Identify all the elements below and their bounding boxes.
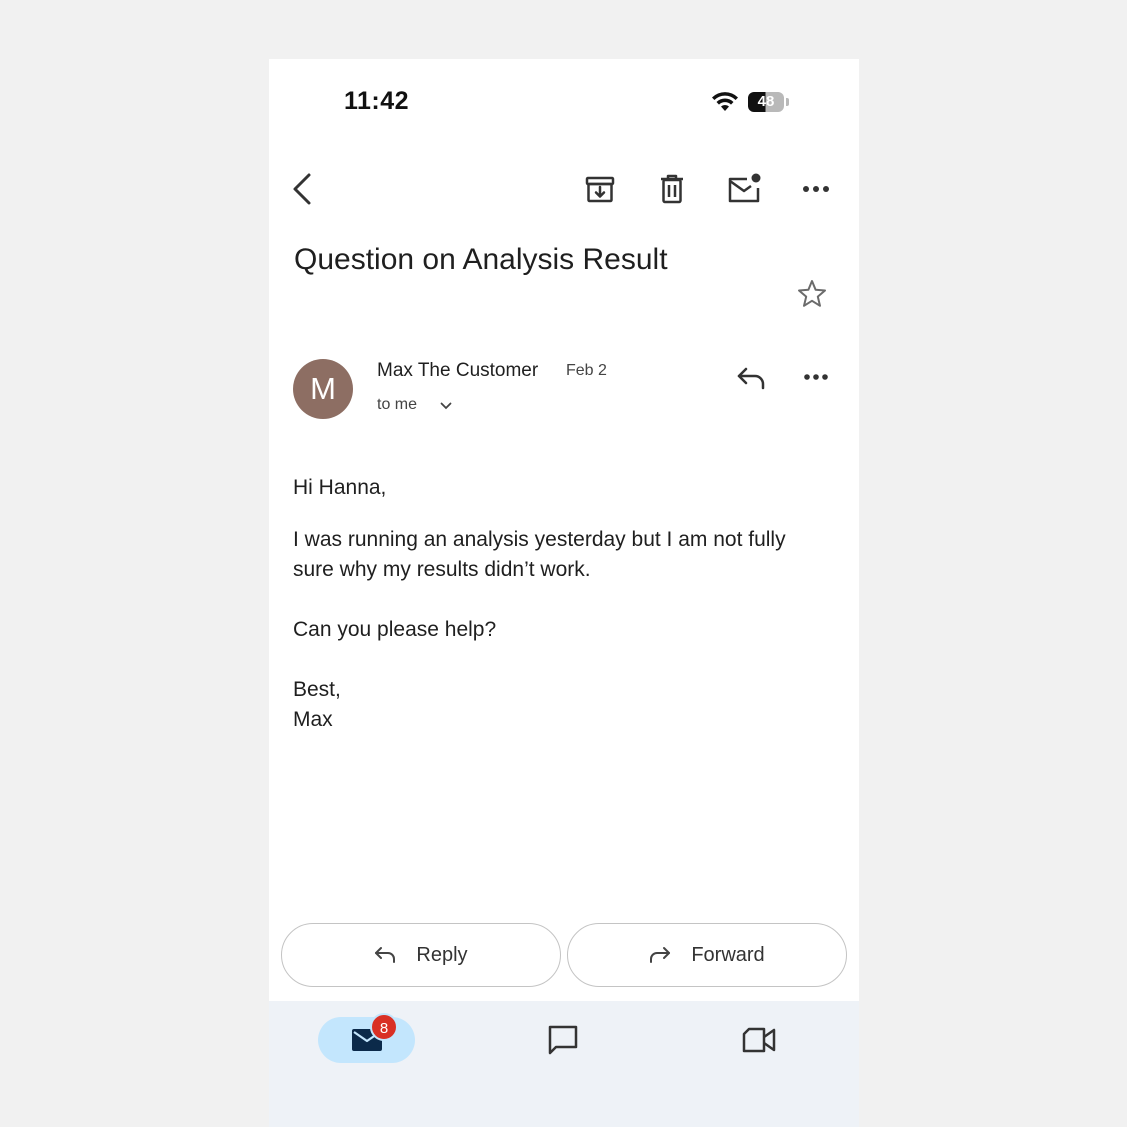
nav-mail-tab[interactable] [318, 1017, 415, 1063]
reply-icon [375, 947, 396, 963]
delete-button[interactable] [657, 173, 687, 205]
star-icon [798, 280, 826, 307]
video-camera-icon [742, 1027, 776, 1053]
reply-button[interactable]: Reply [281, 923, 561, 987]
chevron-down-icon [440, 402, 452, 410]
mail-unread-icon [728, 173, 761, 203]
body-greeting: Hi Hanna, [293, 476, 387, 499]
sender-name: Max The Customer [377, 360, 539, 381]
archive-button[interactable] [584, 173, 616, 205]
reply-icon [737, 367, 765, 390]
recipient-label[interactable]: to me [377, 396, 417, 414]
more-options-button[interactable] [799, 179, 833, 199]
avatar[interactable]: M [293, 359, 353, 419]
email-body: Hi Hanna, I was running an analysis yest… [293, 473, 813, 735]
body-paragraph: I was running an analysis yesterday but … [293, 528, 786, 581]
nav-meet-tab[interactable] [741, 1025, 777, 1055]
unread-count-badge: 8 [370, 1013, 398, 1041]
email-subject: Question on Analysis Result [294, 243, 668, 276]
phone-screen: 11:42 48 Question on Analysis Result M M… [269, 59, 859, 1127]
forward-icon [650, 947, 671, 963]
arrow-back-icon [293, 173, 311, 205]
details-toggle[interactable] [439, 399, 453, 413]
status-time: 11:42 [344, 87, 410, 115]
reply-label: Reply [416, 943, 468, 966]
nav-chat-tab[interactable] [545, 1023, 581, 1057]
quick-reply-button[interactable] [735, 364, 767, 392]
wifi-icon [712, 92, 738, 111]
forward-label: Forward [691, 943, 765, 966]
body-signoff: Best, [293, 678, 341, 701]
body-paragraph: Can you please help? [293, 618, 497, 641]
battery-cap [786, 98, 789, 106]
chat-icon [548, 1025, 578, 1055]
more-horiz-icon [803, 186, 829, 192]
mark-unread-button[interactable] [727, 172, 763, 204]
more-horiz-icon [804, 374, 828, 380]
email-date: Feb 2 [566, 362, 607, 379]
battery-indicator: 48 [748, 92, 784, 112]
forward-button[interactable]: Forward [567, 923, 847, 987]
archive-icon [585, 176, 615, 203]
back-button[interactable] [287, 169, 317, 209]
trash-icon [661, 174, 683, 204]
message-more-button[interactable] [801, 367, 831, 387]
bottom-navigation: 8 [269, 1001, 859, 1127]
star-button[interactable] [795, 277, 829, 311]
body-signature: Max [293, 708, 333, 731]
